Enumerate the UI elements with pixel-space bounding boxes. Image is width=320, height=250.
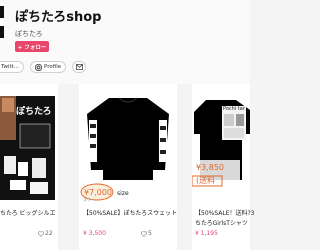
profile-link[interactable]: Profile (30, 61, 67, 73)
product-image[interactable]: ぽちたろ (0, 84, 58, 202)
product-card[interactable]: ぽちたろ ちたろ ビッグシルエ 22 (0, 84, 58, 250)
shop-owner-name[interactable]: ぽちたろ (15, 29, 43, 39)
svg-text:Pochi tar: Pochi tar (223, 106, 246, 112)
heart-icon (141, 230, 147, 237)
product-image[interactable]: Pochi tar ¥3,850 (送料 (192, 84, 250, 202)
profile-label: Profile (44, 64, 62, 70)
social-links: Twitt... Profile (0, 61, 87, 73)
product-name-line2[interactable]: ちたろGirlsTシャツ (195, 218, 248, 227)
image-price-tag: ¥3,850 (196, 163, 224, 172)
product-card[interactable]: Pochi tar ¥3,850 (送料 【50%SALE！送料?3 ちたろGi… (192, 84, 255, 250)
twitter-link[interactable]: Twitt... (0, 61, 25, 73)
shop-header: ぽちたろshop ぽちたろ + フォロー Twitt... Profile (0, 0, 250, 84)
twitter-label: Twitt... (1, 64, 20, 70)
shop-logo[interactable] (0, 6, 4, 38)
product-price: ¥ 1,195 (195, 230, 218, 237)
product-name[interactable]: ちたろ ビッグシルエ (0, 208, 56, 217)
product-name[interactable]: 【50%SALE】ぽちたろスウェット (83, 208, 177, 217)
instagram-icon (35, 63, 42, 71)
svg-text:ぽちたろ: ぽちたろ (16, 105, 51, 117)
image-size-tag: size (117, 190, 129, 197)
shop-title: ぽちたろshop (15, 10, 102, 25)
heart-icon (38, 230, 44, 237)
image-price-tag: ¥7,000 (84, 188, 112, 197)
mail-icon (75, 64, 83, 70)
follow-button[interactable]: + フォロー (15, 41, 49, 52)
mail-link[interactable] (72, 61, 87, 73)
like-count[interactable]: 5 (141, 230, 152, 237)
like-count[interactable]: 22 (38, 230, 53, 237)
product-card[interactable]: ¥7,000 size スウ 【50%SALE】ぽちたろスウェット ¥ 3,50… (79, 84, 177, 250)
product-image[interactable]: ¥7,000 size スウ (79, 84, 177, 202)
svg-text:スウ: スウ (83, 196, 91, 202)
product-price: ¥ 3,500 (83, 230, 106, 237)
product-name[interactable]: 【50%SALE！送料?3 (195, 208, 255, 217)
